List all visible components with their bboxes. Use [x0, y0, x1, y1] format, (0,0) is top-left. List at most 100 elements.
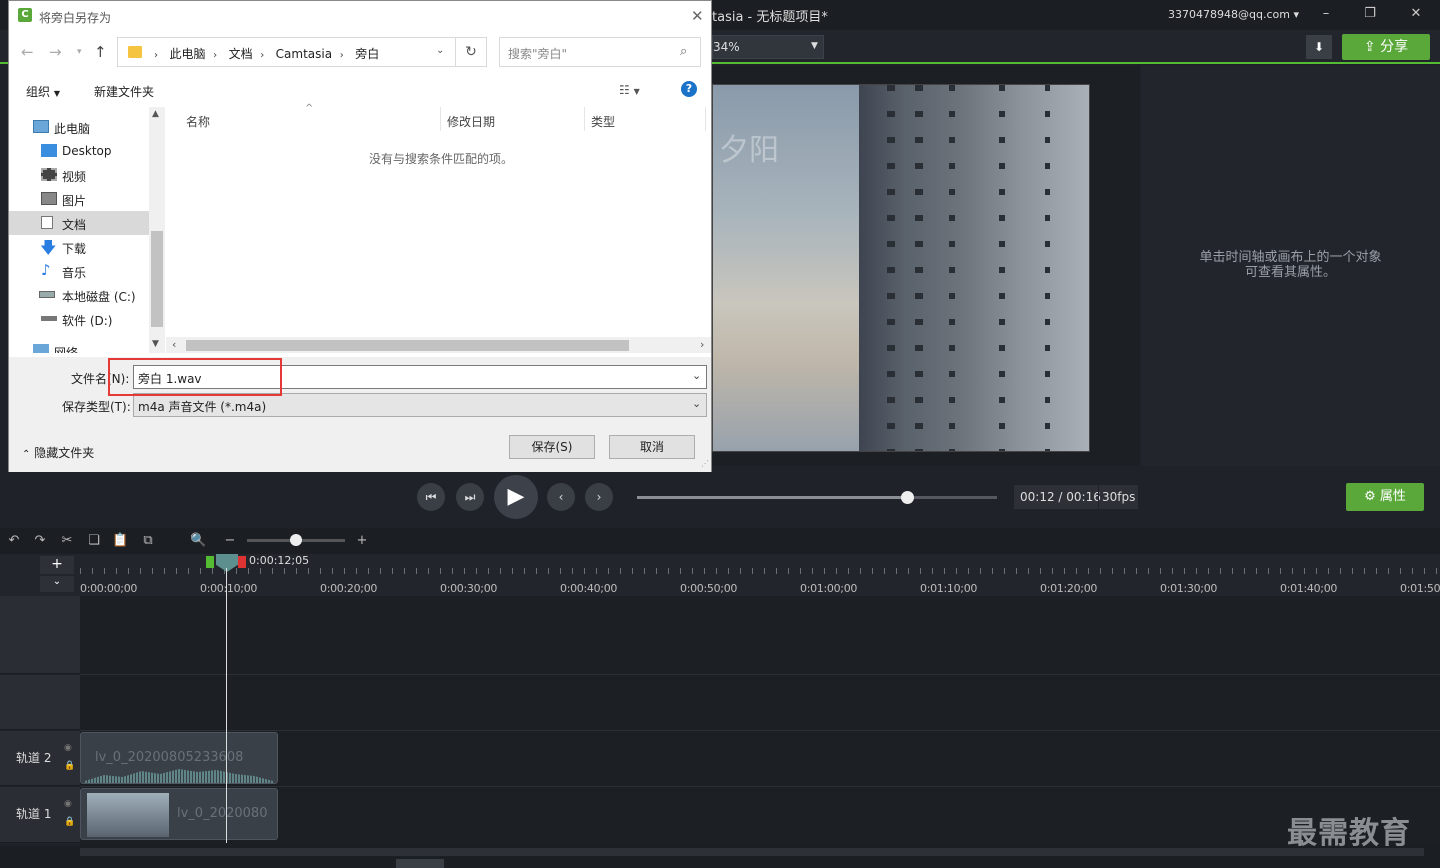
undo-icon[interactable]: ↶ [6, 533, 22, 549]
network-icon [33, 344, 49, 353]
video-preview[interactable]: 夕阳 [712, 84, 1090, 452]
paste-icon[interactable]: 📋 [112, 533, 128, 549]
file-hscroll-thumb[interactable] [186, 340, 629, 351]
collapse-button[interactable]: ⌄ [40, 576, 74, 592]
nav-drive-c[interactable]: 本地磁盘 (C:) [9, 283, 149, 307]
split-icon[interactable]: ⧉ [140, 533, 156, 549]
selection-start-marker[interactable] [206, 556, 214, 568]
track-header-1[interactable]: 轨道 1 ◉ 🔒 [0, 787, 80, 843]
zoom-value: 34% [713, 40, 740, 54]
fps-readout: 30fps [1102, 490, 1136, 504]
zoom-out-icon[interactable]: − [222, 533, 238, 549]
share-icon: ⇪ [1363, 39, 1376, 55]
step-back-button[interactable]: ⏮ [417, 483, 445, 511]
zoom-slider-handle[interactable] [290, 534, 302, 546]
column-name[interactable]: 名称 [186, 113, 210, 130]
next-marker-button[interactable]: › [585, 483, 613, 511]
new-folder-button[interactable]: 新建文件夹 [94, 83, 154, 100]
column-type[interactable]: 类型 [591, 113, 615, 130]
nav-this-pc[interactable]: 此电脑 [9, 115, 149, 139]
column-separator [584, 107, 585, 131]
breadcrumb-item[interactable]: 旁白 [355, 47, 379, 61]
nav-desktop[interactable]: Desktop [9, 139, 149, 163]
nav-music[interactable]: ♪ 音乐 [9, 259, 149, 283]
breadcrumb-item[interactable]: 文档 [229, 47, 253, 61]
back-icon[interactable]: ← [21, 43, 34, 61]
eye-icon[interactable]: ◉ [64, 743, 72, 753]
scrub-progress [637, 496, 907, 499]
nav-network[interactable]: 网络 [9, 339, 149, 353]
chevron-down-icon[interactable]: ⌄ [692, 369, 701, 382]
hide-folders-toggle[interactable]: ⌃ 隐藏文件夹 [22, 444, 94, 461]
nav-videos[interactable]: 视频 [9, 163, 149, 187]
help-icon[interactable]: ? [681, 81, 697, 97]
dialog-title: 将旁白另存为 [39, 11, 112, 25]
nav-documents[interactable]: 文档 [9, 211, 149, 235]
minimize-icon[interactable]: – [1318, 6, 1334, 22]
account-menu[interactable]: 3370478948@qq.com ▾ [1168, 8, 1299, 21]
eye-icon[interactable]: ◉ [64, 799, 72, 809]
dialog-close-icon[interactable]: ✕ [691, 7, 704, 25]
share-button[interactable]: ⇪ 分享 [1342, 34, 1430, 60]
download-button[interactable]: ⬇ [1306, 35, 1332, 59]
view-options-icon[interactable]: ☷ ▼ [619, 83, 640, 97]
chevron-right-icon: › [339, 50, 344, 61]
waveform [85, 769, 273, 783]
play-button[interactable]: ▶ [494, 475, 538, 519]
recent-chevron-icon[interactable]: ▾ [77, 47, 82, 57]
redo-icon[interactable]: ↷ [32, 533, 48, 549]
track-header-2[interactable]: 轨道 2 ◉ 🔒 [0, 731, 80, 786]
properties-button[interactable]: ⚙ 属性 [1346, 483, 1424, 511]
sort-arrow-icon: ^ [305, 103, 314, 114]
video-clip[interactable]: lv_0_2020080 [80, 788, 278, 840]
scrub-handle[interactable] [901, 491, 914, 504]
up-icon[interactable]: ↑ [94, 43, 107, 61]
nav-drive-d[interactable]: 软件 (D:) [9, 307, 149, 331]
organize-menu[interactable]: 组织 ▼ [26, 83, 60, 100]
cancel-button[interactable]: 取消 [609, 435, 695, 459]
add-track-button[interactable]: + [40, 556, 74, 574]
resize-grip-icon[interactable]: ⋰ [701, 459, 709, 468]
download-icon: ⬇ [1313, 40, 1325, 54]
refresh-button[interactable]: ↻ [455, 37, 487, 67]
track-1-label: 轨道 1 [16, 807, 52, 821]
camtasia-logo-icon: C [18, 8, 32, 22]
selection-end-marker[interactable] [238, 556, 246, 568]
nav-downloads[interactable]: 🡇 下载 [9, 235, 149, 259]
lock-icon[interactable]: 🔒 [64, 761, 75, 771]
lock-icon[interactable]: 🔒 [64, 817, 75, 827]
close-icon[interactable]: ✕ [1408, 6, 1424, 22]
ruler-tick-label: 0:01:40;00 [1280, 582, 1338, 595]
nav-label: 文档 [62, 218, 87, 232]
copy-icon[interactable]: ❏ [86, 533, 102, 549]
highlight-annotation [108, 358, 282, 396]
desktop-icon [41, 144, 57, 157]
zoom-search-icon[interactable]: 🔍 [190, 533, 206, 549]
save-button[interactable]: 保存(S) [509, 435, 595, 459]
nav-pictures[interactable]: 图片 [9, 187, 149, 211]
cut-icon[interactable]: ✂ [59, 533, 75, 549]
zoom-in-icon[interactable]: + [354, 533, 370, 549]
step-forward-button[interactable]: ⏭ [456, 483, 484, 511]
hint-line-1: 单击时间轴或画布上的一个对象 [1199, 250, 1382, 265]
prev-marker-button[interactable]: ‹ [547, 483, 575, 511]
audio-clip[interactable]: lv_0_20200805233608 [80, 732, 278, 784]
timeline-scrollbar[interactable] [0, 846, 1440, 868]
chevron-right-icon: › [213, 50, 218, 61]
track-header-empty [0, 596, 80, 674]
address-dropdown-icon[interactable]: ⌄ [436, 45, 444, 56]
file-list[interactable] [166, 107, 711, 337]
filetype-select[interactable]: m4a 声音文件 (*.m4a) ⌄ [133, 393, 707, 417]
breadcrumb-item[interactable]: 此电脑 [169, 47, 205, 61]
zoom-select[interactable]: 34% ▼ [712, 35, 824, 59]
column-separator [440, 107, 441, 131]
address-bar[interactable]: › 此电脑 › 文档 › Camtasia › 旁白 ⌄ [117, 37, 477, 67]
maximize-icon[interactable]: ❐ [1362, 6, 1378, 22]
forward-icon[interactable]: → [49, 43, 62, 61]
search-box[interactable]: 搜索"旁白" ⌕ [499, 37, 701, 67]
column-modified[interactable]: 修改日期 [447, 113, 495, 130]
breadcrumb-item[interactable]: Camtasia [276, 47, 332, 61]
nav-scroll-thumb[interactable] [151, 231, 163, 327]
video-icon [41, 168, 57, 181]
ruler-tick-label: 0:01:10;00 [920, 582, 978, 595]
